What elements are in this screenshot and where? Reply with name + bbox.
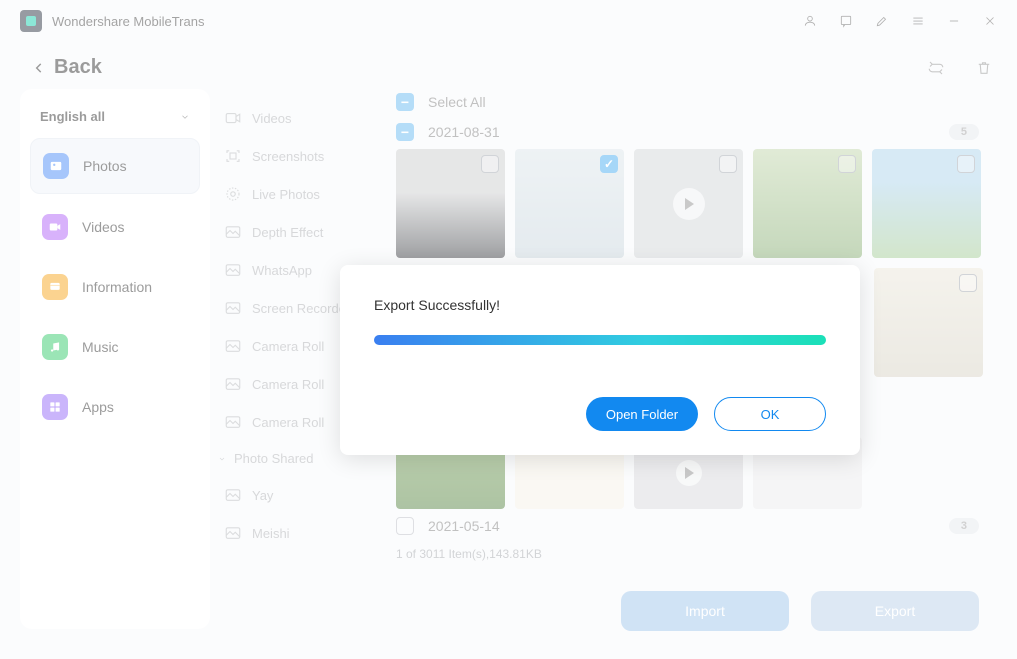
photo-thumbnail[interactable] (515, 149, 624, 258)
back-button[interactable]: Back (32, 56, 102, 79)
sidebar-item-label: Photos (83, 158, 127, 174)
subitem-screenshots[interactable]: Screenshots (216, 137, 390, 175)
sidebar-item-label: Apps (82, 399, 114, 415)
back-label: Back (54, 56, 102, 79)
subitem-deptheffect[interactable]: Depth Effect (216, 213, 390, 251)
photo-thumbnail[interactable] (753, 149, 862, 258)
play-icon (676, 460, 702, 486)
section-date-row-2: 2021-05-14 3 (396, 509, 997, 541)
sidebar-item-music[interactable]: Music (30, 320, 200, 374)
app-title: Wondershare MobileTrans (52, 14, 204, 29)
subitem-videos[interactable]: Videos (216, 99, 390, 137)
section-count-badge: 3 (949, 518, 979, 534)
section-checkbox[interactable]: − (396, 123, 414, 141)
apps-icon (42, 394, 68, 420)
sidebar-item-label: Videos (82, 219, 125, 235)
photo-thumbnail[interactable] (874, 268, 983, 377)
image-icon (224, 486, 242, 504)
refresh-icon[interactable] (927, 59, 945, 77)
export-success-modal: Export Successfully! Open Folder OK (340, 265, 860, 455)
sidebar-item-photos[interactable]: Photos (30, 138, 200, 194)
subitem-yay[interactable]: Yay (216, 476, 390, 514)
trash-icon[interactable] (975, 59, 993, 77)
feedback-icon[interactable] (839, 14, 853, 28)
app-logo-icon (20, 10, 42, 32)
menu-icon[interactable] (911, 14, 925, 28)
photo-thumbnail[interactable] (396, 149, 505, 258)
open-folder-button[interactable]: Open Folder (586, 397, 698, 431)
sidebar-item-apps[interactable]: Apps (30, 380, 200, 434)
play-icon (673, 188, 705, 220)
subitem-livephotos[interactable]: Live Photos (216, 175, 390, 213)
photos-icon (43, 153, 69, 179)
chevron-down-icon (180, 112, 190, 122)
language-selector[interactable]: English all (30, 103, 200, 138)
image-icon (224, 337, 242, 355)
image-icon (224, 524, 242, 542)
video-thumbnail[interactable] (634, 149, 743, 258)
modal-title: Export Successfully! (374, 297, 826, 313)
sidebar-item-information[interactable]: Information (30, 260, 200, 314)
information-icon (42, 274, 68, 300)
titlebar: Wondershare MobileTrans (0, 0, 1017, 42)
import-button[interactable]: Import (621, 591, 789, 631)
sidebar: English all Photos Videos Information Mu… (20, 89, 210, 629)
section-date: 2021-08-31 (428, 124, 500, 140)
image-icon (224, 299, 242, 317)
sidebar-item-label: Information (82, 279, 152, 295)
section-checkbox[interactable] (396, 517, 414, 535)
image-icon (224, 261, 242, 279)
footer-buttons: Import Export (621, 591, 979, 631)
export-button[interactable]: Export (811, 591, 979, 631)
image-icon (224, 223, 242, 241)
screenshot-icon (224, 147, 242, 165)
titlebar-left: Wondershare MobileTrans (20, 10, 204, 32)
chevron-left-icon (32, 61, 46, 75)
edit-icon[interactable] (875, 14, 889, 28)
thumbnail-checkbox[interactable] (719, 155, 737, 173)
section-date-row: − 2021-08-31 5 (396, 119, 997, 149)
progress-bar (374, 335, 826, 345)
image-icon (224, 375, 242, 393)
subitem-meishi[interactable]: Meishi (216, 514, 390, 552)
photo-thumbnail[interactable] (872, 149, 981, 258)
topbar: Back (0, 42, 1017, 89)
sidebar-item-videos[interactable]: Videos (30, 200, 200, 254)
thumbnail-checkbox[interactable] (481, 155, 499, 173)
thumbnail-checkbox[interactable] (838, 155, 856, 173)
language-label: English all (40, 109, 105, 124)
ok-button[interactable]: OK (714, 397, 826, 431)
section-date: 2021-05-14 (428, 518, 500, 534)
image-icon (224, 413, 242, 431)
section-count-badge: 5 (949, 124, 979, 140)
status-line: 1 of 3011 Item(s),143.81KB (396, 547, 997, 561)
modal-buttons: Open Folder OK (374, 397, 826, 431)
thumbnail-checkbox[interactable] (600, 155, 618, 173)
videos-icon (42, 214, 68, 240)
thumbnail-checkbox[interactable] (959, 274, 977, 292)
select-all-row: − Select All (396, 89, 997, 119)
music-icon (42, 334, 68, 360)
titlebar-right (803, 14, 997, 28)
select-all-label: Select All (428, 94, 486, 110)
user-icon[interactable] (803, 14, 817, 28)
minimize-icon[interactable] (947, 14, 961, 28)
sidebar-item-label: Music (82, 339, 119, 355)
thumbnail-checkbox[interactable] (957, 155, 975, 173)
folder-icon (224, 109, 242, 127)
top-actions (927, 59, 993, 77)
caret-down-icon (218, 455, 226, 463)
select-all-checkbox[interactable]: − (396, 93, 414, 111)
livephotos-icon (224, 185, 242, 203)
close-icon[interactable] (983, 14, 997, 28)
